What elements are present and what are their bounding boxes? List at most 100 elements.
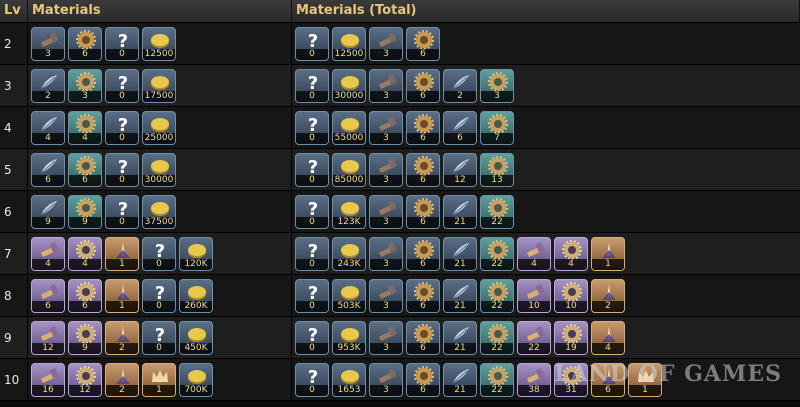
- hammer-material-slot[interactable]: 3: [369, 152, 403, 187]
- gear-material-slot[interactable]: 6: [68, 26, 102, 61]
- gold-coin-material-slot[interactable]: 260K: [179, 278, 213, 313]
- hammer-material-slot[interactable]: 38: [517, 362, 551, 397]
- hammer-material-slot[interactable]: 6: [31, 278, 65, 313]
- gear-material-slot[interactable]: 7: [480, 110, 514, 145]
- hammer-material-slot[interactable]: 3: [369, 278, 403, 313]
- talon-material-slot[interactable]: 4: [591, 320, 625, 355]
- question-material-slot[interactable]: ? 0: [295, 26, 329, 61]
- hammer-material-slot[interactable]: 22: [517, 320, 551, 355]
- gold-coin-material-slot[interactable]: 17500: [142, 68, 176, 103]
- gear-material-slot[interactable]: 9: [68, 194, 102, 229]
- feather-material-slot[interactable]: 6: [31, 152, 65, 187]
- gear-material-slot[interactable]: 22: [480, 320, 514, 355]
- gear-material-slot[interactable]: 4: [554, 236, 588, 271]
- gold-coin-material-slot[interactable]: 30000: [332, 68, 366, 103]
- gold-coin-material-slot[interactable]: 503K: [332, 278, 366, 313]
- gear-material-slot[interactable]: 22: [480, 194, 514, 229]
- feather-material-slot[interactable]: 2: [31, 68, 65, 103]
- gear-material-slot[interactable]: 9: [68, 320, 102, 355]
- hammer-material-slot[interactable]: 3: [369, 320, 403, 355]
- feather-material-slot[interactable]: 21: [443, 236, 477, 271]
- question-material-slot[interactable]: ? 0: [295, 362, 329, 397]
- question-material-slot[interactable]: ? 0: [295, 320, 329, 355]
- feather-material-slot[interactable]: 21: [443, 278, 477, 313]
- gear-material-slot[interactable]: 6: [406, 278, 440, 313]
- gear-material-slot[interactable]: 19: [554, 320, 588, 355]
- hammer-material-slot[interactable]: 10: [517, 278, 551, 313]
- gold-coin-material-slot[interactable]: 243K: [332, 236, 366, 271]
- gear-material-slot[interactable]: 6: [68, 152, 102, 187]
- gold-coin-material-slot[interactable]: 700K: [179, 362, 213, 397]
- gear-material-slot[interactable]: 6: [406, 26, 440, 61]
- gear-material-slot[interactable]: 6: [406, 362, 440, 397]
- gold-coin-material-slot[interactable]: 37500: [142, 194, 176, 229]
- hammer-material-slot[interactable]: 4: [517, 236, 551, 271]
- feather-material-slot[interactable]: 2: [443, 68, 477, 103]
- gear-material-slot[interactable]: 6: [406, 320, 440, 355]
- feather-material-slot[interactable]: 6: [443, 110, 477, 145]
- hammer-material-slot[interactable]: 3: [369, 362, 403, 397]
- hammer-material-slot[interactable]: 3: [369, 110, 403, 145]
- gear-material-slot[interactable]: 6: [406, 152, 440, 187]
- question-material-slot[interactable]: ? 0: [105, 194, 139, 229]
- question-material-slot[interactable]: ? 0: [142, 320, 176, 355]
- gold-coin-material-slot[interactable]: 12500: [142, 26, 176, 61]
- feather-material-slot[interactable]: 21: [443, 194, 477, 229]
- gear-material-slot[interactable]: 6: [68, 278, 102, 313]
- gold-coin-material-slot[interactable]: 120K: [179, 236, 213, 271]
- hammer-material-slot[interactable]: 3: [31, 26, 65, 61]
- gear-material-slot[interactable]: 6: [406, 68, 440, 103]
- feather-material-slot[interactable]: 12: [443, 152, 477, 187]
- gear-material-slot[interactable]: 22: [480, 362, 514, 397]
- feather-material-slot[interactable]: 21: [443, 320, 477, 355]
- question-material-slot[interactable]: ? 0: [295, 110, 329, 145]
- gear-material-slot[interactable]: 10: [554, 278, 588, 313]
- hammer-material-slot[interactable]: 3: [369, 194, 403, 229]
- feather-material-slot[interactable]: 9: [31, 194, 65, 229]
- gear-material-slot[interactable]: 22: [480, 236, 514, 271]
- gold-coin-material-slot[interactable]: 85000: [332, 152, 366, 187]
- question-material-slot[interactable]: ? 0: [295, 152, 329, 187]
- talon-material-slot[interactable]: 2: [105, 320, 139, 355]
- gold-coin-material-slot[interactable]: 25000: [142, 110, 176, 145]
- gold-coin-material-slot[interactable]: 1653: [332, 362, 366, 397]
- gear-material-slot[interactable]: 6: [406, 110, 440, 145]
- gear-material-slot[interactable]: 4: [68, 110, 102, 145]
- crown-material-slot[interactable]: 1: [142, 362, 176, 397]
- talon-material-slot[interactable]: 2: [105, 362, 139, 397]
- gear-material-slot[interactable]: 3: [480, 68, 514, 103]
- question-material-slot[interactable]: ? 0: [295, 236, 329, 271]
- question-material-slot[interactable]: ? 0: [295, 194, 329, 229]
- hammer-material-slot[interactable]: 16: [31, 362, 65, 397]
- gear-material-slot[interactable]: 6: [406, 236, 440, 271]
- talon-material-slot[interactable]: 1: [591, 236, 625, 271]
- gold-coin-material-slot[interactable]: 55000: [332, 110, 366, 145]
- talon-material-slot[interactable]: 1: [105, 278, 139, 313]
- hammer-material-slot[interactable]: 12: [31, 320, 65, 355]
- feather-material-slot[interactable]: 21: [443, 362, 477, 397]
- gear-material-slot[interactable]: 4: [68, 236, 102, 271]
- hammer-material-slot[interactable]: 3: [369, 26, 403, 61]
- gear-material-slot[interactable]: 6: [406, 194, 440, 229]
- question-material-slot[interactable]: ? 0: [105, 26, 139, 61]
- question-material-slot[interactable]: ? 0: [295, 68, 329, 103]
- question-material-slot[interactable]: ? 0: [105, 68, 139, 103]
- gold-coin-material-slot[interactable]: 953K: [332, 320, 366, 355]
- question-material-slot[interactable]: ? 0: [105, 110, 139, 145]
- gold-coin-material-slot[interactable]: 450K: [179, 320, 213, 355]
- gear-material-slot[interactable]: 12: [68, 362, 102, 397]
- hammer-material-slot[interactable]: 3: [369, 68, 403, 103]
- question-material-slot[interactable]: ? 0: [105, 152, 139, 187]
- hammer-material-slot[interactable]: 4: [31, 236, 65, 271]
- gear-material-slot[interactable]: 13: [480, 152, 514, 187]
- gold-coin-material-slot[interactable]: 30000: [142, 152, 176, 187]
- question-material-slot[interactable]: ? 0: [142, 236, 176, 271]
- feather-material-slot[interactable]: 4: [31, 110, 65, 145]
- talon-material-slot[interactable]: 1: [105, 236, 139, 271]
- gear-material-slot[interactable]: 3: [68, 68, 102, 103]
- gold-coin-material-slot[interactable]: 12500: [332, 26, 366, 61]
- question-material-slot[interactable]: ? 0: [142, 278, 176, 313]
- hammer-material-slot[interactable]: 3: [369, 236, 403, 271]
- talon-material-slot[interactable]: 2: [591, 278, 625, 313]
- gear-material-slot[interactable]: 22: [480, 278, 514, 313]
